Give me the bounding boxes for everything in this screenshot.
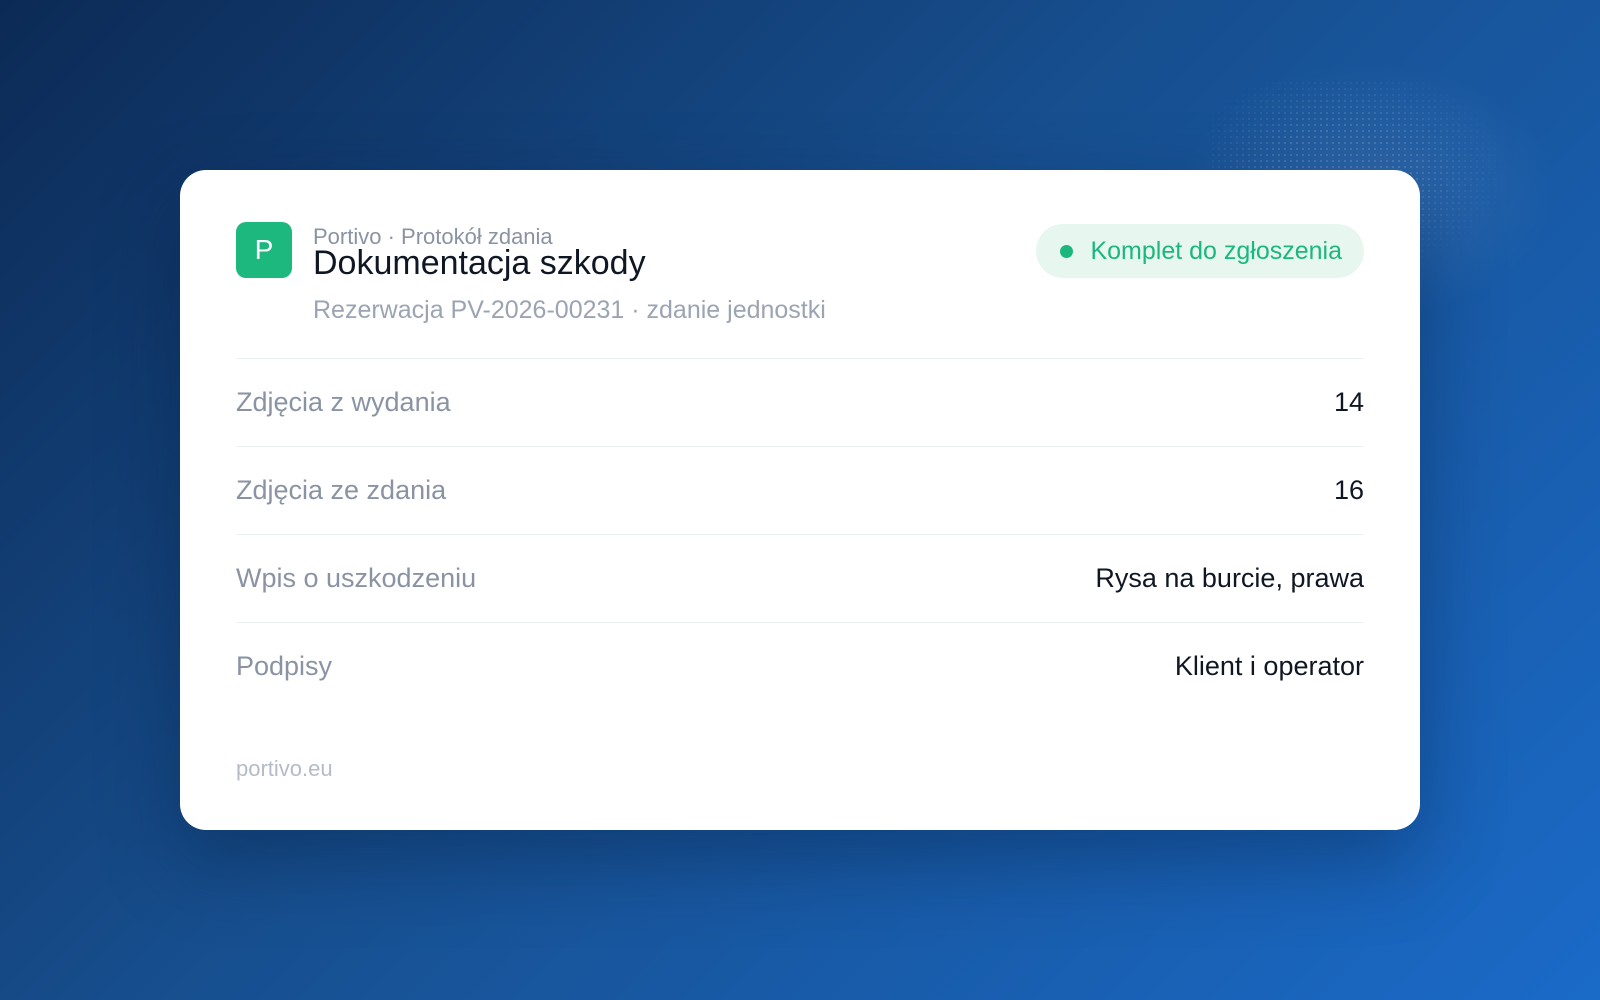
row-value: 14 [1333,387,1364,417]
portivo-logo-icon: P [236,222,292,278]
details-list: Zdjęcia z wydania 14 Zdjęcia ze zdania 1… [236,359,1364,710]
details-row-handover-photos: Zdjęcia z wydania 14 [236,359,1364,447]
details-row-damage-entry: Wpis o uszkodzeniu Rysa na burcie, prawa [236,535,1364,623]
details-row-return-photos: Zdjęcia ze zdania 16 [236,447,1364,535]
damage-documentation-card: P Portivo · Protokół zdania Dokumentacja… [180,170,1420,830]
footer-domain: portivo.eu [236,756,333,781]
card-header: P Portivo · Protokół zdania Dokumentacja… [236,222,1364,352]
row-value: 16 [1333,475,1364,505]
status-badge-label: Komplet do zgłoszenia [1090,236,1342,265]
details-row-signatures: Podpisy Klient i operator [236,623,1364,710]
row-label: Podpisy [236,651,333,681]
card-title: Dokumentacja szkody [313,244,646,282]
row-label: Wpis o uszkodzeniu [236,563,477,593]
logo-letter: P [254,234,274,265]
status-badge: Komplet do zgłoszenia [1036,224,1364,278]
row-label: Zdjęcia ze zdania [236,475,447,505]
row-label: Zdjęcia z wydania [236,387,451,417]
reservation-subtitle: Rezerwacja PV-2026-00231 · zdanie jednos… [313,296,826,324]
row-value: Klient i operator [1174,651,1364,681]
status-dot-icon [1060,244,1074,258]
row-value: Rysa na burcie, prawa [1095,563,1364,593]
